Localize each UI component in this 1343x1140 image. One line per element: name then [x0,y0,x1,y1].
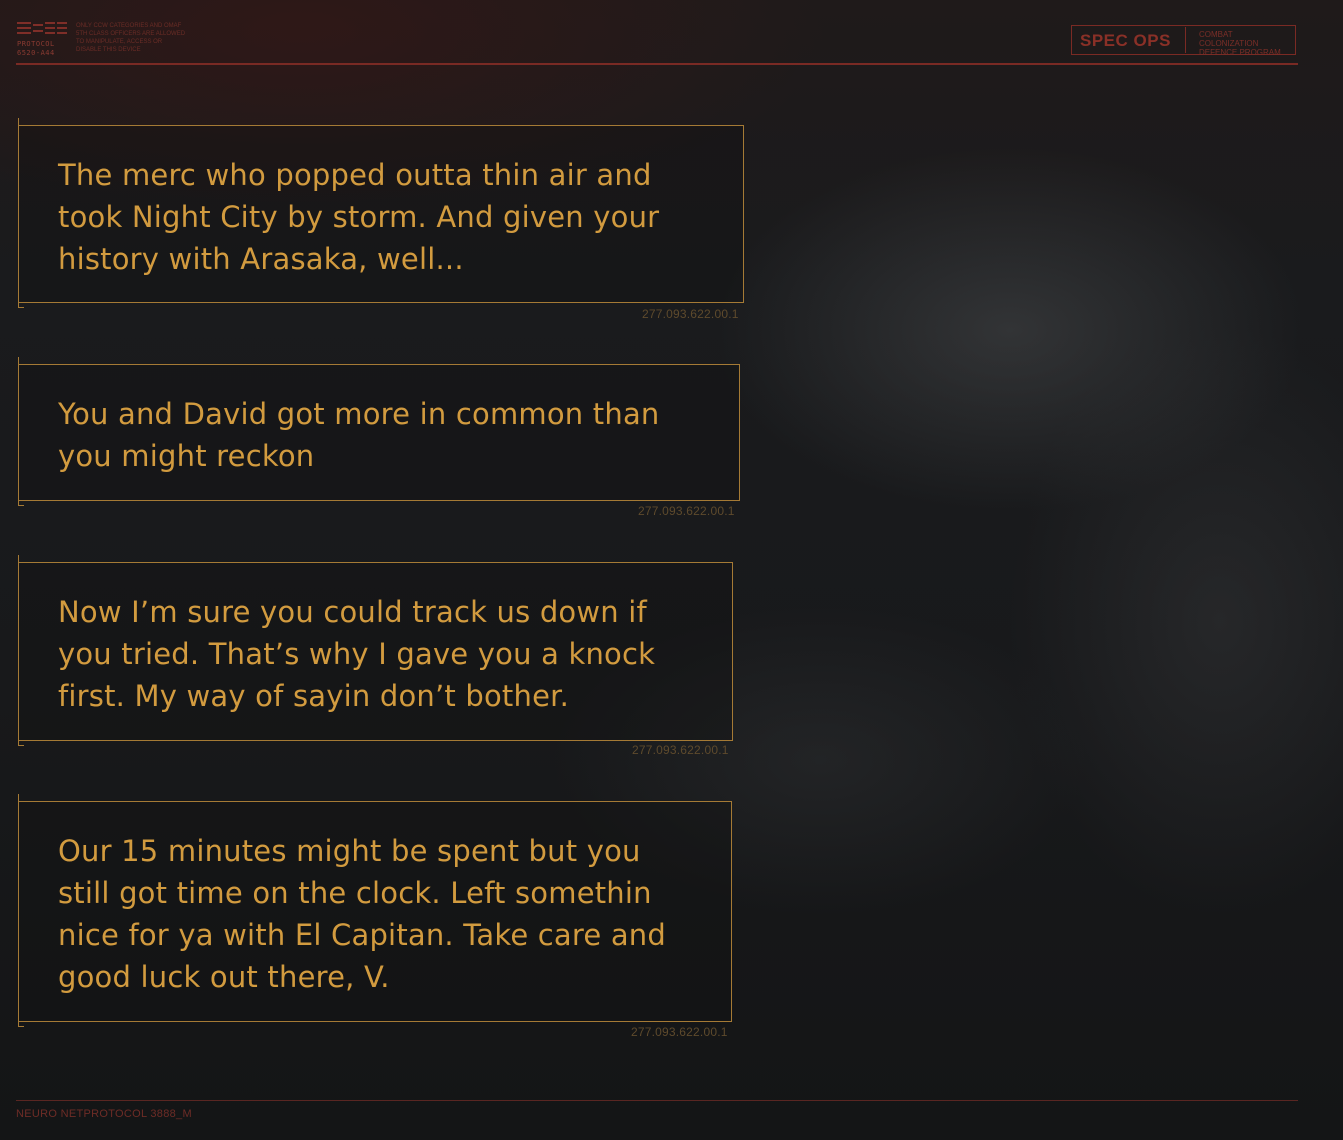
message-bubble: Now I’m sure you could track us down if … [17,555,733,746]
message-text: Now I’m sure you could track us down if … [58,595,656,713]
logo-code: 6520-A44 [17,49,55,57]
spec-ops-divider [1185,27,1186,53]
message-code: 277.093.622.00.1 [632,743,729,757]
message-bubble: Our 15 minutes might be spent but you st… [17,794,732,1027]
message-text: Our 15 minutes might be spent but you st… [58,834,666,994]
footer-divider [16,1100,1298,1101]
message-bubble: The merc who popped outta thin air and t… [17,118,744,308]
logo-label: PROTOCOL [17,40,55,48]
spec-ops-subtitle: COMBAT COLONIZATION DEFENCE PROGRAM [1199,30,1281,57]
footer-protocol-label: NEURO NETPROTOCOL 3888_M [16,1108,192,1120]
message-code: 277.093.622.00.1 [638,504,735,518]
message-bubble: You and David got more in common than yo… [17,357,740,506]
header-divider [16,63,1298,65]
message-code: 277.093.622.00.1 [631,1025,728,1039]
message-code: 277.093.622.00.1 [642,307,739,321]
protocol-logo-text: PROTOCOL 6520-A44 [17,40,55,58]
spec-ops-label: SPEC OPS [1080,31,1171,50]
header-note: ONLY CCW CATEGORIES AND OMAF 5TH CLASS O… [76,23,186,53]
message-text: The merc who popped outta thin air and t… [58,158,660,276]
message-text: You and David got more in common than yo… [58,397,660,473]
